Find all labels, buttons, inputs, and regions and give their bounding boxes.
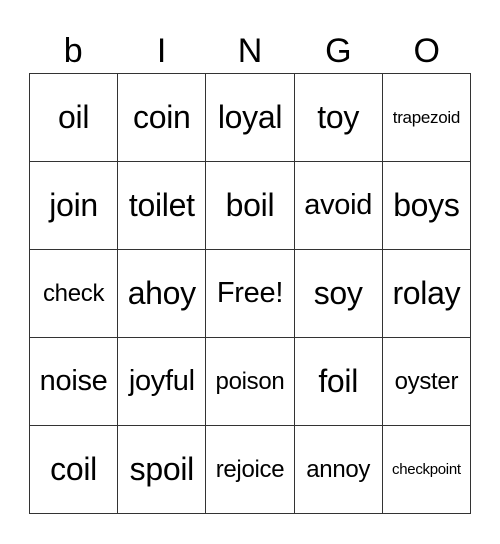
- bingo-cell[interactable]: soy: [294, 250, 383, 338]
- bingo-cell[interactable]: coil: [30, 426, 119, 514]
- bingo-cell[interactable]: join: [30, 162, 119, 250]
- bingo-cell[interactable]: noise: [30, 338, 119, 426]
- header-letter-i: I: [156, 32, 167, 70]
- header-letter-n: N: [237, 32, 263, 70]
- bingo-cell[interactable]: boys: [382, 162, 471, 250]
- bingo-cell[interactable]: ahoy: [118, 250, 207, 338]
- bingo-cell[interactable]: rejoice: [206, 426, 295, 514]
- bingo-cell-free[interactable]: Free!: [206, 250, 295, 338]
- bingo-cell[interactable]: oyster: [382, 338, 471, 426]
- bingo-cell[interactable]: coin: [118, 74, 207, 162]
- bingo-cell[interactable]: joyful: [118, 338, 207, 426]
- bingo-cell[interactable]: toy: [294, 74, 383, 162]
- bingo-cell[interactable]: loyal: [206, 74, 295, 162]
- header-letter-o: O: [413, 32, 440, 70]
- header-letter-b: b: [63, 32, 83, 70]
- bingo-cell[interactable]: trapezoid: [382, 74, 471, 162]
- header-letter-g: G: [325, 32, 352, 70]
- bingo-cell[interactable]: foil: [294, 338, 383, 426]
- bingo-cell[interactable]: rolay: [382, 250, 471, 338]
- bingo-cell[interactable]: oil: [30, 74, 119, 162]
- bingo-cell[interactable]: toilet: [118, 162, 207, 250]
- bingo-cell[interactable]: annoy: [294, 426, 383, 514]
- bingo-cell[interactable]: avoid: [294, 162, 383, 250]
- bingo-cell[interactable]: spoil: [118, 426, 207, 514]
- bingo-cell[interactable]: check: [30, 250, 119, 338]
- bingo-grid: oil coin loyal toy trapezoid join toilet boil av…: [29, 73, 471, 514]
- bingo-cell[interactable]: checkpoint: [382, 426, 471, 514]
- bingo-cell[interactable]: boil: [206, 162, 295, 250]
- bingo-header: b I N G O: [29, 30, 471, 73]
- bingo-cell[interactable]: poison: [206, 338, 295, 426]
